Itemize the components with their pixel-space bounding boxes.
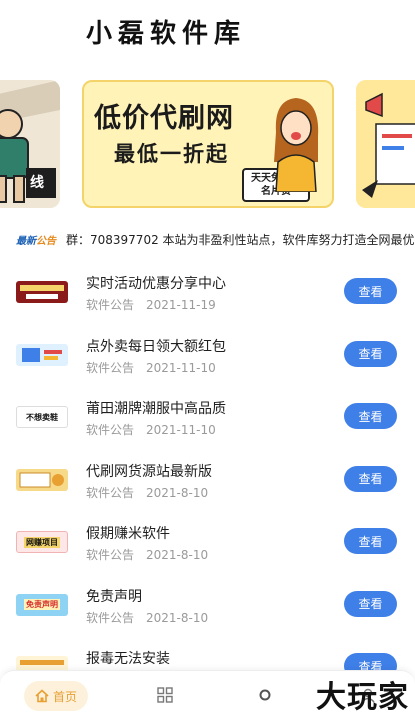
banner-headline: 低价代刷网: [94, 103, 234, 134]
list-item[interactable]: 不想卖鞋 莆田潮牌潮服中高品质 软件公告 2021-11-10 查看: [0, 391, 415, 454]
thumbnail-text: 免责声明: [24, 599, 60, 610]
view-button[interactable]: 查看: [344, 528, 397, 554]
thumbnail-text: 不想卖鞋: [26, 412, 58, 422]
list-item-title: 代刷网货源站最新版: [86, 463, 212, 480]
list-item-meta: 软件公告 2021-11-10: [86, 359, 216, 376]
thumbnail-text: 网赚项目: [24, 536, 60, 548]
list-item-title: 报毒无法安装: [86, 651, 170, 667]
list-item-category: 软件公告: [86, 485, 135, 500]
app-header: 小磊软件库: [0, 0, 415, 62]
list-item-date: 2021-11-10: [146, 360, 216, 375]
tab-home-label: 首页: [52, 689, 77, 704]
thumbnail-image: 网赚项目: [16, 531, 68, 553]
thumbnail-image: [16, 281, 68, 303]
list-item-date: 2021-11-19: [146, 298, 216, 312]
list-item-meta: 软件公告 2021-11-19: [86, 296, 216, 313]
list-item-date: 2021-8-10: [146, 610, 209, 625]
notice-tag: 最新公告: [16, 232, 56, 247]
list-item-date: 2021-8-10: [146, 485, 209, 500]
bottom-tab-bar: 首页 大玩家: [0, 670, 415, 720]
notice-text: 群：708397702 本站为非盈利性站点，软件库努力打造全网最优: [66, 232, 415, 247]
banner-left-label: 线: [30, 175, 44, 191]
banner-subheadline: 最低一折起: [114, 142, 229, 166]
banner-slide-main[interactable]: 低价代刷网 最低一折起 天天免费领名片赞: [82, 80, 334, 208]
list-item-date: 2021-11-10: [146, 423, 216, 437]
tab-home[interactable]: 首页: [24, 681, 88, 711]
view-button[interactable]: 查看: [344, 278, 397, 304]
notice-tag-announcement: 公告: [36, 235, 56, 247]
cartoon-girl-image: [274, 98, 319, 192]
thumbnail-image: [16, 468, 68, 491]
view-button[interactable]: 查看: [344, 340, 397, 367]
notice-bar[interactable]: 最新公告 群：708397702 本站为非盈利性站点，软件库努力打造全网最优: [0, 220, 415, 258]
list-item-title: 免责声明: [86, 588, 142, 605]
list-item-date: 2021-8-10: [146, 548, 209, 562]
view-button[interactable]: 查看: [344, 403, 397, 429]
view-button[interactable]: 查看: [344, 465, 397, 492]
list-item[interactable]: 点外卖每日领大额红包 软件公告 2021-11-10 查看: [0, 329, 415, 392]
thumbnail-image: [16, 343, 68, 366]
grid-icon[interactable]: [157, 687, 173, 703]
banner-carousel[interactable]: 线 低价代刷网 最低一折起 天天免费领名片赞: [0, 76, 415, 218]
list-item[interactable]: 网赚项目 假期赚米软件 软件公告 2021-8-10 查看: [0, 516, 415, 579]
discover-icon[interactable]: [258, 687, 272, 703]
megaphone-image: [356, 80, 415, 208]
home-icon: [35, 689, 49, 703]
list-item[interactable]: 实时活动优惠分享中心 软件公告 2021-11-19 查看: [0, 266, 415, 329]
list-item-title: 点外卖每日领大额红包: [86, 338, 226, 355]
list-item-category: 软件公告: [86, 610, 135, 625]
list-item-category: 软件公告: [86, 298, 135, 312]
list-item-category: 软件公告: [86, 548, 135, 562]
list-item-title: 实时活动优惠分享中心: [86, 276, 226, 292]
list-item-category: 软件公告: [86, 423, 135, 437]
list-item-title: 莆田潮牌潮服中高品质: [86, 401, 226, 417]
app-title: 小磊软件库: [86, 18, 247, 49]
thumbnail-image: 不想卖鞋: [16, 406, 68, 428]
view-button[interactable]: 查看: [344, 590, 397, 617]
list-item[interactable]: 代刷网货源站最新版 软件公告 2021-8-10 查看: [0, 454, 415, 517]
thumbnail-image: 免责声明: [16, 593, 68, 616]
list-item-meta: 软件公告 2021-8-10: [86, 609, 208, 626]
banner-slide-next[interactable]: [356, 80, 415, 208]
banner-slide-prev[interactable]: 线: [0, 80, 60, 208]
list-item-category: 软件公告: [86, 360, 135, 375]
list-item-meta: 软件公告 2021-11-10: [86, 421, 216, 438]
watermark-text: 大玩家: [316, 680, 409, 715]
notice-tag-latest: 最新: [16, 235, 36, 247]
list-item-title: 假期赚米软件: [86, 526, 170, 542]
list-item-meta: 软件公告 2021-8-10: [86, 546, 208, 563]
announcement-list: 实时活动优惠分享中心 软件公告 2021-11-19 查看 点外卖每日领大额红包 …: [0, 266, 415, 704]
list-item[interactable]: 免责声明 免责声明 软件公告 2021-8-10 查看: [0, 579, 415, 642]
list-item-meta: 软件公告 2021-8-10: [86, 484, 208, 501]
